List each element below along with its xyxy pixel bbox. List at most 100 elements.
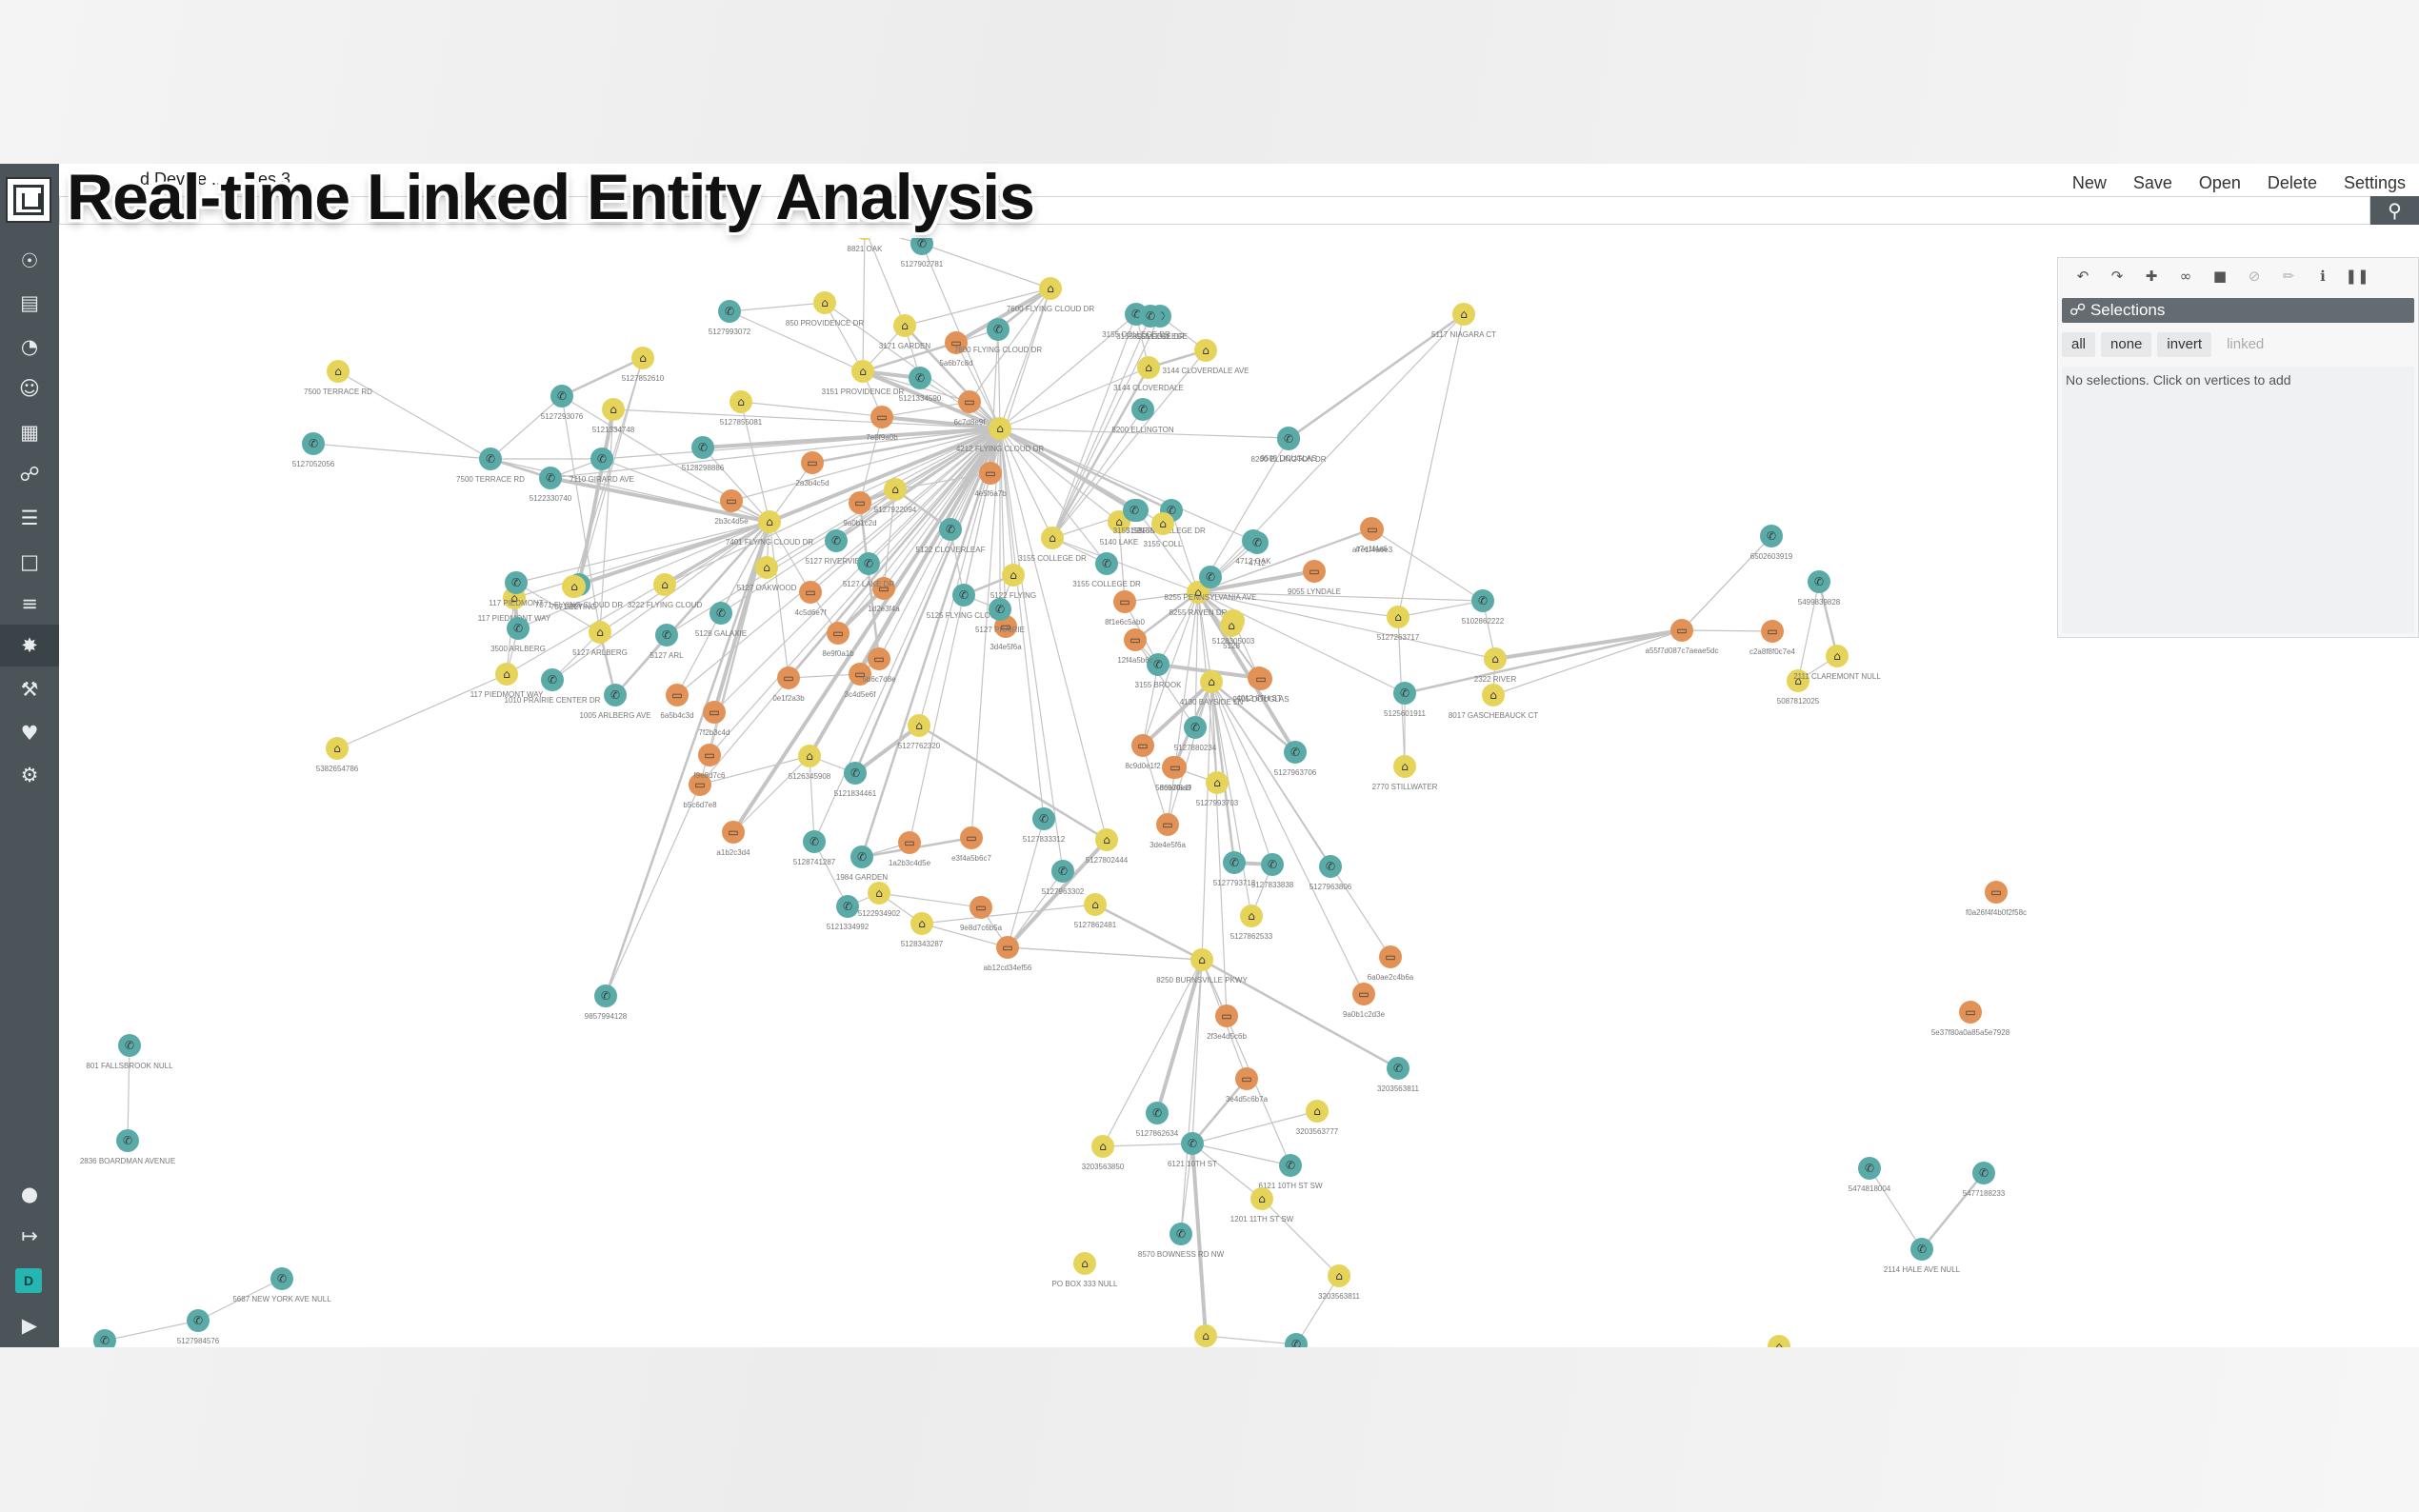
phone-vertex[interactable]: ✆ 117 PIEDMONT bbox=[489, 571, 544, 607]
device-vertex[interactable]: ▭ 2a3b4c5d bbox=[795, 451, 830, 487]
settings-menu-item[interactable]: Settings bbox=[2330, 168, 2419, 198]
device-vertex[interactable]: ▭ 7f2b3c4d bbox=[699, 701, 730, 737]
save-menu-item[interactable]: Save bbox=[2120, 168, 2186, 198]
address-vertex[interactable]: ⌂ 5128343287 bbox=[901, 912, 944, 948]
address-vertex[interactable]: ⌂ 2770 STILLWATER bbox=[1372, 755, 1438, 791]
user-badge[interactable]: D bbox=[15, 1268, 42, 1293]
device-vertex[interactable]: ▭ 8f1e6c5ab0 bbox=[1105, 590, 1145, 627]
delete-menu-item[interactable]: Delete bbox=[2254, 168, 2330, 198]
phone-vertex[interactable]: ✆ bbox=[93, 1329, 116, 1347]
address-vertex[interactable]: ⌂ 3171 GARDEN bbox=[879, 314, 930, 350]
address-vertex[interactable]: ⌂ 3155 COLLEGE DR bbox=[1018, 527, 1087, 563]
device-vertex[interactable]: ▭ 0e1f2a3b bbox=[772, 666, 805, 703]
phone-vertex[interactable]: ✆ 2114 HALE AVE NULL bbox=[1884, 1238, 1961, 1274]
mask-icon[interactable]: ☺ bbox=[0, 368, 59, 409]
device-vertex[interactable]: ▭ 5e37f80a0a85a5e7928 bbox=[1931, 1001, 2010, 1037]
address-vertex[interactable]: ⌂ 5127 OAKWOOD bbox=[737, 556, 797, 592]
phone-vertex[interactable]: ✆ 5127963806 bbox=[1309, 855, 1352, 891]
address-vertex[interactable]: ⌂6121 10TH bbox=[1187, 1324, 1225, 1347]
trash-icon[interactable]: ■ bbox=[2203, 258, 2237, 294]
phone-vertex[interactable]: ✆ 5127833312 bbox=[1023, 807, 1066, 844]
phone-vertex[interactable]: ✆ 4712 bbox=[1246, 531, 1269, 567]
device-vertex[interactable]: ▭ 4c5d6e7f bbox=[795, 581, 828, 617]
ban-icon[interactable]: ⊘ bbox=[2237, 258, 2271, 294]
device-vertex[interactable]: ▭ 9e8d7c6b5a bbox=[960, 896, 1003, 932]
device-vertex[interactable]: ▭ 3de4e5f6a bbox=[1150, 813, 1186, 849]
address-vertex[interactable]: ⌂ 5127993703 bbox=[1196, 771, 1239, 807]
address-vertex[interactable]: ⌂ 8017 GASCHEBAUCK CT bbox=[1449, 684, 1538, 720]
phone-vertex[interactable]: ✆ 5128298886 bbox=[682, 436, 725, 472]
info-icon[interactable]: ℹ bbox=[2306, 258, 2340, 294]
phone-vertex[interactable]: ✆ 6121 10TH ST SW bbox=[1259, 1154, 1323, 1190]
address-vertex[interactable]: ⌂ 850 PROVIDENCE DR bbox=[786, 291, 864, 328]
address-vertex[interactable]: ⌂ 7500 TERRACE RD bbox=[304, 360, 372, 396]
phone-vertex[interactable]: ✆ 3203563811 bbox=[1377, 1057, 1419, 1093]
phone-vertex[interactable]: ✆ 5499839828 bbox=[1798, 570, 1841, 607]
linked-selection-button[interactable]: linked bbox=[2217, 332, 2273, 357]
address-vertex[interactable]: ⌂ 5382654786 bbox=[316, 737, 359, 773]
device-vertex[interactable]: ▭ 12f4a5b6c bbox=[1117, 628, 1153, 665]
device-vertex[interactable]: ▭ 3e4d5c6b7a bbox=[1226, 1067, 1269, 1104]
device-vertex[interactable]: ▭ a7e1f4a6e3 bbox=[1352, 518, 1393, 554]
address-vertex[interactable]: ⌂ 5128 bbox=[1220, 614, 1243, 650]
phone-vertex[interactable]: ✆ 5474818004 bbox=[1849, 1157, 1891, 1193]
undo-icon[interactable]: ↶ bbox=[2066, 258, 2100, 294]
org-chart-icon[interactable]: ▦ bbox=[0, 411, 59, 453]
address-vertex[interactable]: ⌂ 5127855081 bbox=[720, 390, 763, 427]
user-icon[interactable]: ● bbox=[0, 1173, 59, 1215]
device-vertex[interactable]: ▭ a1b2c3d4 bbox=[716, 821, 750, 857]
address-vertex[interactable]: ⌂ 5117 NIAGARA CT bbox=[1431, 303, 1496, 339]
phone-vertex[interactable]: ✆ 8200 ELLINGTON DR bbox=[1251, 428, 1327, 464]
address-vertex[interactable]: ⌂ 3203563850 bbox=[1082, 1135, 1125, 1171]
device-vertex[interactable]: ▭ 8c9d0e1f2 bbox=[1125, 734, 1161, 770]
brush-icon[interactable]: ✏ bbox=[2271, 258, 2306, 294]
phone-vertex[interactable]: ✆ 5102862222 bbox=[1462, 589, 1505, 626]
address-vertex[interactable]: ⌂ 1201 11TH ST SW bbox=[1230, 1187, 1294, 1224]
phone-vertex[interactable]: ✆ 5127963302 bbox=[1042, 860, 1085, 896]
device-vertex[interactable]: ▭ 6a0ae2c4b6a bbox=[1368, 945, 1414, 982]
invert-selection-button[interactable]: invert bbox=[2157, 332, 2212, 357]
phone-vertex[interactable]: ✆1201 11TH bbox=[1278, 1333, 1315, 1347]
device-vertex[interactable]: ▭ 9505 DOUGLAS bbox=[1232, 667, 1289, 704]
device-vertex[interactable]: ▭ c2a8f8f0c7e4 bbox=[1749, 620, 1796, 656]
phone-vertex[interactable]: ✆ 7110 GIRARD AVE bbox=[570, 448, 634, 484]
address-vertex[interactable]: ⌂ 5127 bbox=[563, 575, 586, 611]
device-vertex[interactable]: ▭ 9055 LYNDALE bbox=[1288, 560, 1341, 596]
document-icon[interactable]: □ bbox=[0, 541, 59, 583]
compass-icon[interactable]: ☉ bbox=[0, 240, 59, 282]
phone-vertex[interactable]: ✆ 5127963706 bbox=[1274, 741, 1317, 777]
device-vertex[interactable]: ▭ ab12cd34ef56 bbox=[984, 936, 1032, 972]
device-vertex[interactable]: ▭ 2f3e4d5c6b bbox=[1207, 1005, 1247, 1041]
address-vertex[interactable]: ⌂ 3144 CLOVERDALE AVE bbox=[1162, 339, 1249, 375]
link-icon[interactable]: ∞ bbox=[2169, 258, 2203, 294]
phone-vertex[interactable]: ✆ 2836 BOARDMAN AVENUE bbox=[80, 1129, 175, 1165]
select-none-button[interactable]: none bbox=[2101, 332, 2152, 357]
address-vertex[interactable]: ⌂ 5127762320 bbox=[898, 714, 941, 750]
device-vertex[interactable]: ▭ e3f4a5b6c7 bbox=[951, 826, 991, 863]
phone-vertex[interactable]: ✆ 5125601911 bbox=[1384, 682, 1426, 718]
new-menu-item[interactable]: New bbox=[2059, 168, 2120, 198]
share-icon[interactable]: ☍ bbox=[0, 453, 59, 495]
address-vertex[interactable]: ⌂ 2322 RIVER bbox=[1474, 647, 1517, 684]
phone-vertex[interactable]: ✆ 6502603919 bbox=[1750, 525, 1793, 561]
address-vertex[interactable]: ⌂ 3203563777 bbox=[1296, 1100, 1339, 1136]
phone-vertex[interactable]: ✆ 8570 BOWNESS RD NW bbox=[1138, 1223, 1225, 1259]
device-vertex[interactable]: ▭ f9e8d7c6 bbox=[694, 744, 726, 780]
phone-vertex[interactable]: ✆ 5127052056 bbox=[292, 432, 335, 468]
play-icon[interactable]: ▶ bbox=[0, 1304, 59, 1346]
address-vertex-circle[interactable] bbox=[853, 238, 876, 240]
select-all-button[interactable]: all bbox=[2062, 332, 2096, 357]
device-vertex[interactable]: ▭ 9a0b1c2d3e bbox=[1343, 983, 1386, 1019]
address-vertex[interactable]: ⌂ 5126345908 bbox=[789, 745, 831, 781]
address-vertex[interactable]: ⌂ 3151 PROVIDENCE DR bbox=[822, 360, 905, 396]
address-vertex[interactable]: ⌂ 2111 CLAREMONT NULL bbox=[1793, 645, 1881, 681]
phone-vertex[interactable]: ✆ 5127862634 bbox=[1136, 1102, 1179, 1138]
device-vertex[interactable]: ▭ 8e9f0a1b bbox=[822, 622, 854, 658]
address-vertex[interactable]: ⌂ 3203563811 bbox=[1318, 1264, 1360, 1301]
plus-icon[interactable]: ✚ bbox=[2134, 258, 2169, 294]
address-vertex[interactable]: ⌂ 5127862533 bbox=[1230, 905, 1273, 941]
list-icon[interactable]: ≡ bbox=[0, 583, 59, 625]
wrench-icon[interactable]: ⚒ bbox=[0, 668, 59, 710]
phone-vertex[interactable]: ✆ 5122 CLOVERLEAF bbox=[916, 518, 986, 554]
redo-icon[interactable]: ↷ bbox=[2100, 258, 2134, 294]
